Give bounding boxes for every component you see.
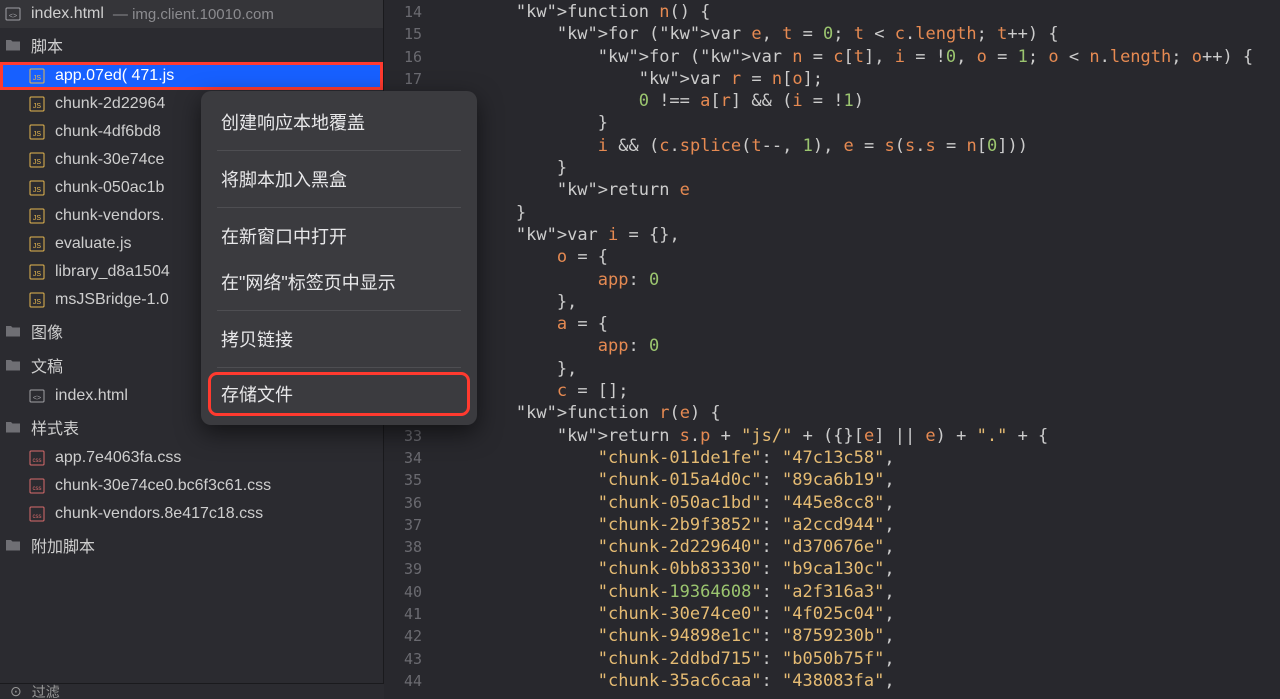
context-blackbox-script[interactable]: 将脚本加入黑盒 xyxy=(201,156,477,202)
context-menu: 创建响应本地覆盖 将脚本加入黑盒 在新窗口中打开 在"网络"标签页中显示 拷贝链… xyxy=(201,91,477,425)
context-save-file[interactable]: 存储文件 xyxy=(209,373,469,415)
context-separator xyxy=(217,367,461,368)
filter-input[interactable]: 过滤 xyxy=(32,683,60,699)
svg-text:JS: JS xyxy=(33,75,42,82)
context-separator xyxy=(217,150,461,151)
context-reveal-network[interactable]: 在"网络"标签页中显示 xyxy=(201,259,477,305)
code-content[interactable]: "kw">function n() { "kw">for ("kw">var e… xyxy=(434,0,1280,699)
svg-text:<>: <> xyxy=(33,395,41,402)
css-file-0[interactable]: css app.7e4063fa.css xyxy=(0,444,383,472)
context-separator xyxy=(217,310,461,311)
css-icon: css xyxy=(28,477,46,495)
folder-icon xyxy=(4,418,22,436)
svg-text:JS: JS xyxy=(33,215,42,222)
svg-text:JS: JS xyxy=(33,159,42,166)
filter-bar: ⊙ 过滤 xyxy=(0,683,384,699)
folder-scripts[interactable]: 脚本 xyxy=(0,28,383,62)
css-file-2[interactable]: css chunk-vendors.8e417c18.css xyxy=(0,500,383,528)
html-icon: <> xyxy=(28,387,46,405)
context-open-new-window[interactable]: 在新窗口中打开 xyxy=(201,213,477,259)
context-separator xyxy=(217,207,461,208)
code-editor[interactable]: 1415161718192021222324252627282930313233… xyxy=(384,0,1280,699)
js-icon: JS xyxy=(28,67,46,85)
svg-text:JS: JS xyxy=(33,187,42,194)
js-icon: JS xyxy=(28,95,46,113)
svg-text:css: css xyxy=(33,514,42,520)
search-icon[interactable]: ⊙ xyxy=(10,683,22,699)
js-icon: JS xyxy=(28,291,46,309)
js-icon: JS xyxy=(28,123,46,141)
svg-text:JS: JS xyxy=(33,243,42,250)
svg-text:<>: <> xyxy=(9,13,17,20)
svg-text:JS: JS xyxy=(33,103,42,110)
js-icon: JS xyxy=(28,235,46,253)
domain-file-label: index.html xyxy=(31,5,104,23)
domain-root-item[interactable]: <> index.html — img.client.10010.com xyxy=(0,0,383,28)
script-file-0[interactable]: JS app.07ed( 471.js xyxy=(0,62,383,90)
folder-icon xyxy=(4,536,22,554)
css-icon: css xyxy=(28,449,46,467)
js-icon: JS xyxy=(28,179,46,197)
folder-icon xyxy=(4,36,22,54)
css-icon: css xyxy=(28,505,46,523)
svg-text:css: css xyxy=(33,486,42,492)
html-icon: <> xyxy=(4,5,22,23)
js-icon: JS xyxy=(28,263,46,281)
svg-text:css: css xyxy=(33,458,42,464)
js-icon: JS xyxy=(28,207,46,225)
context-copy-link[interactable]: 拷贝链接 xyxy=(201,316,477,362)
svg-text:JS: JS xyxy=(33,299,42,306)
svg-text:JS: JS xyxy=(33,131,42,138)
folder-icon xyxy=(4,322,22,340)
folder-icon xyxy=(4,356,22,374)
domain-subdomain: — img.client.10010.com xyxy=(113,6,274,23)
svg-text:JS: JS xyxy=(33,271,42,278)
context-create-local-override[interactable]: 创建响应本地覆盖 xyxy=(201,99,477,145)
folder-extra-scripts[interactable]: 附加脚本 xyxy=(0,528,383,562)
css-file-1[interactable]: css chunk-30e74ce0.bc6f3c61.css xyxy=(0,472,383,500)
js-icon: JS xyxy=(28,151,46,169)
